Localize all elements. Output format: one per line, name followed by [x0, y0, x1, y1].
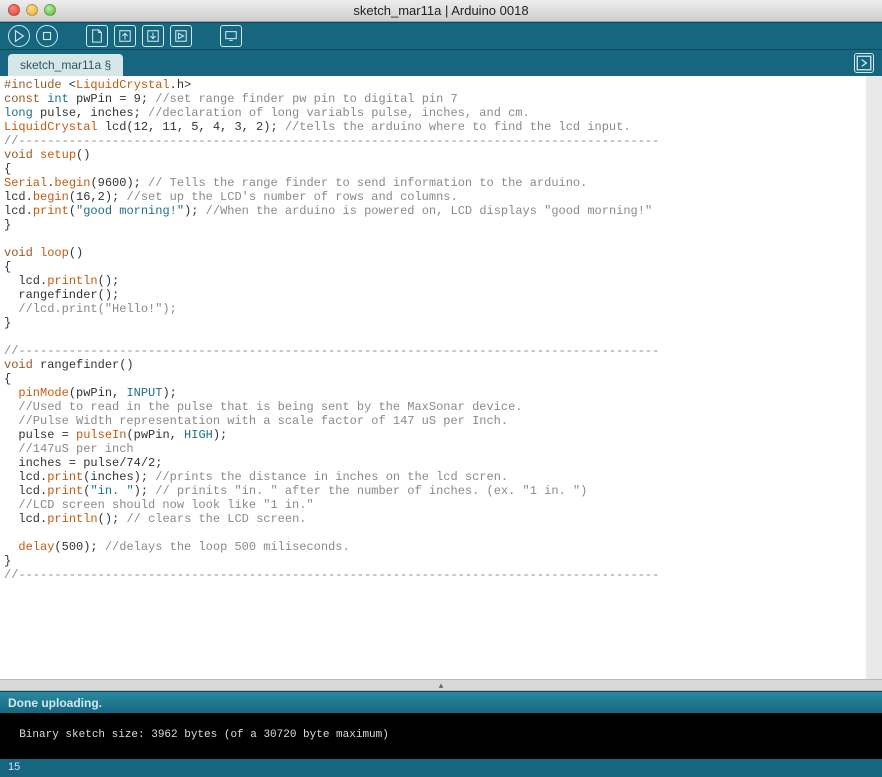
- arrow-down-icon: [146, 29, 160, 43]
- stop-icon: [40, 29, 54, 43]
- status-bar: Done uploading.: [0, 691, 882, 713]
- serial-monitor-button[interactable]: [220, 25, 242, 47]
- open-button[interactable]: [114, 25, 136, 47]
- footer-bar: 15: [0, 759, 882, 777]
- stop-button[interactable]: [36, 25, 58, 47]
- window-titlebar: sketch_mar11a | Arduino 0018: [0, 0, 882, 22]
- verify-button[interactable]: [8, 25, 30, 47]
- pane-resize-handle[interactable]: ▴: [0, 679, 882, 691]
- code-editor[interactable]: #include <LiquidCrystal.h> const int pwP…: [0, 76, 882, 679]
- toolbar: [0, 22, 882, 50]
- tab-bar: sketch_mar11a §: [0, 50, 882, 76]
- tab-sketch[interactable]: sketch_mar11a §: [8, 54, 123, 76]
- serial-monitor-icon: [224, 29, 238, 43]
- close-window-button[interactable]: [8, 4, 20, 16]
- minimize-window-button[interactable]: [26, 4, 38, 16]
- window-title: sketch_mar11a | Arduino 0018: [353, 3, 528, 18]
- editor-wrap: #include <LiquidCrystal.h> const int pwP…: [0, 76, 882, 691]
- arrow-up-icon: [118, 29, 132, 43]
- upload-icon: [174, 29, 188, 43]
- console-output[interactable]: Binary sketch size: 3962 bytes (of a 307…: [0, 713, 882, 759]
- zoom-window-button[interactable]: [44, 4, 56, 16]
- tab-menu-button[interactable]: [854, 53, 874, 73]
- status-message: Done uploading.: [8, 696, 102, 710]
- line-number: 15: [8, 761, 20, 773]
- console-line: Binary sketch size: 3962 bytes (of a 307…: [19, 729, 389, 741]
- upload-button[interactable]: [170, 25, 192, 47]
- save-button[interactable]: [142, 25, 164, 47]
- new-file-icon: [90, 29, 104, 43]
- arrow-right-icon: [855, 54, 873, 72]
- new-button[interactable]: [86, 25, 108, 47]
- play-icon: [12, 29, 26, 43]
- window-controls: [8, 4, 56, 16]
